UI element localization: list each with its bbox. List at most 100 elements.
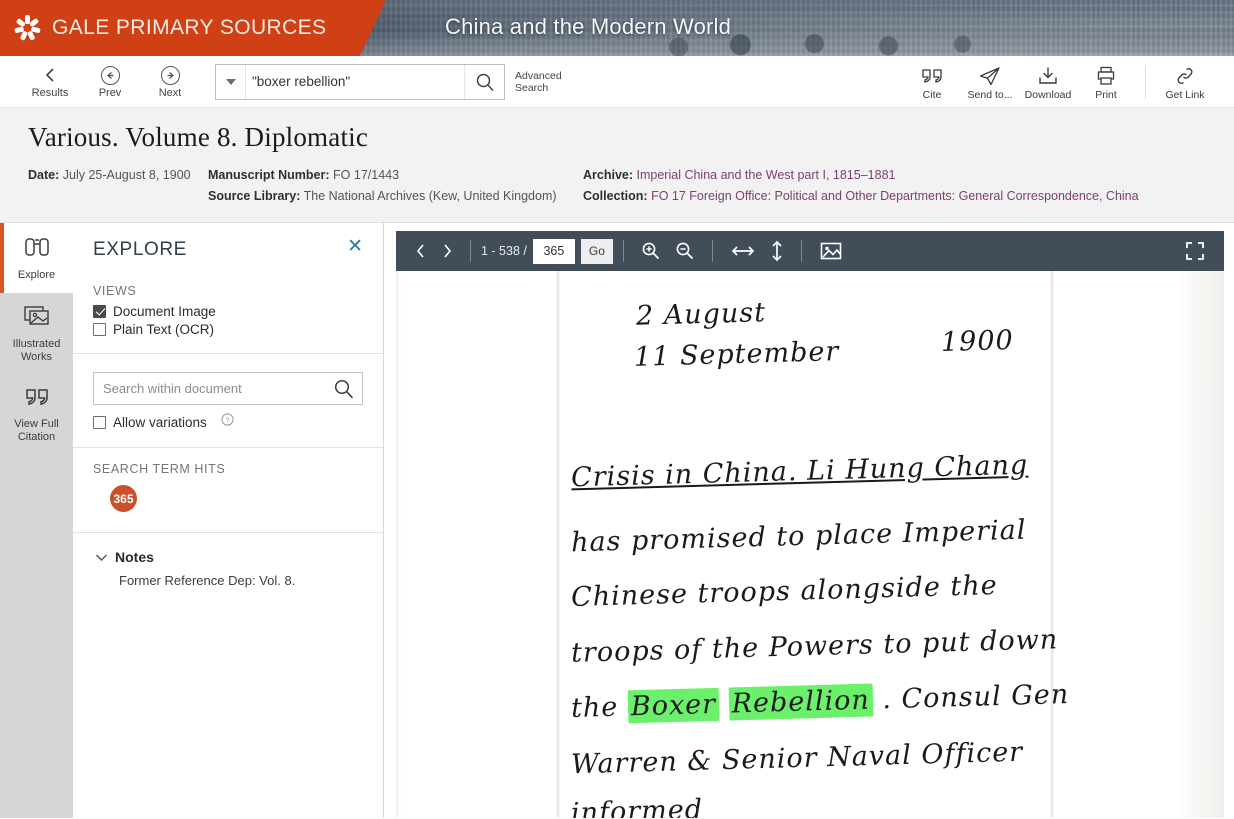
site-banner: GALE PRIMARY SOURCES China and the Moder… [0,0,1234,56]
manuscript-line-10: informed [570,794,704,818]
views-label: VIEWS [93,284,137,298]
page-number-input[interactable] [532,238,575,264]
archive-key: Archive: [583,168,634,182]
allow-variations-label: Allow variations [113,414,207,430]
metadata-row-1: Date: July 25-August 8, 1900 Manuscript … [28,165,1234,186]
checkbox-plain-text[interactable] [93,323,106,336]
navigation-group: Results Prev Next [0,64,190,99]
search-input[interactable] [246,74,464,89]
document-page-image[interactable]: 2 August 11 September 1900 Crisis in Chi… [396,271,1224,818]
next-button[interactable]: Next [150,64,190,99]
get-link-button[interactable]: Get Link [1156,62,1214,101]
gale-primary-sources-app: GALE PRIMARY SOURCES China and the Moder… [0,0,1234,819]
view-option-plain-text-label: Plain Text (OCR) [113,322,215,337]
sidebar-item-illustrated-works-label: Illustrated Works [12,338,61,363]
sidebar-item-explore-label: Explore [17,268,56,281]
results-button[interactable]: Results [30,64,70,99]
viewer-divider-2 [622,240,624,262]
search-term-hits-label: SEARCH TERM HITS [93,462,226,476]
advanced-search-link[interactable]: Advanced Search [515,70,575,94]
thumbnail-view-icon[interactable] [812,237,850,265]
viewer-divider-3 [711,240,713,262]
fit-height-icon[interactable] [763,237,791,265]
allow-variations-row[interactable]: Allow variations ? [93,413,363,431]
search-highlight-rebellion: Rebellion [728,683,874,721]
chevron-down-icon [93,553,109,562]
view-option-document-image-label: Document Image [113,304,216,319]
brand-name: GALE PRIMARY SOURCES [52,16,327,39]
view-option-document-image[interactable]: Document Image [93,304,363,319]
quote-icon [22,386,52,413]
download-button[interactable]: Download [1019,62,1077,101]
panel-divider-3 [73,532,383,533]
sidebar-item-illustrated-works[interactable]: Illustrated Works [0,293,73,375]
manuscript-line-1: 2 August [635,297,767,332]
archive-value-link[interactable]: Imperial China and the West part I, 1815… [637,168,896,182]
source-library-key: Source Library: [208,189,301,203]
question-circle-icon[interactable]: ? [221,413,234,431]
collection-value-link[interactable]: FO 17 Foreign Office: Political and Othe… [651,189,1139,203]
circle-arrow-right-icon [160,64,180,86]
search-term-hits-badge[interactable]: 365 [110,485,137,512]
svg-text:?: ? [225,415,229,424]
document-viewer: 1 - 538 / Go [384,223,1234,818]
toolbar-divider [1145,64,1146,99]
manuscript-line-2: 11 September [633,336,840,373]
search-scope-dropdown[interactable] [216,64,246,99]
next-label: Next [158,87,182,99]
document-metadata: Various. Volume 8. Diplomatic Date: July… [0,108,1234,223]
fit-width-icon[interactable] [723,237,763,265]
document-actions: Cite Send to... Download Print Get Link [903,62,1234,101]
panel-divider-1 [73,353,383,354]
viewer-toolbar: 1 - 538 / Go [396,231,1224,271]
notes-section-header[interactable]: Notes [93,549,363,565]
search-within-document-box[interactable] [93,372,363,405]
checkbox-document-image[interactable] [93,305,106,318]
date-value: July 25-August 8, 1900 [62,168,191,182]
viewer-next-page-button[interactable] [434,237,460,265]
search-box[interactable] [215,63,505,100]
manuscript-line-3: 1900 [940,324,1015,359]
fullscreen-icon[interactable] [1178,237,1212,265]
chevron-left-icon [43,64,57,86]
close-icon[interactable]: ✕ [347,237,363,256]
cite-button[interactable]: Cite [903,62,961,101]
viewer-prev-page-button[interactable] [408,237,434,265]
zoom-out-icon[interactable] [668,237,702,265]
chevron-down-icon [225,78,236,85]
send-to-button[interactable]: Send to... [961,62,1019,101]
prev-label: Prev [98,87,122,99]
panel-divider-2 [73,447,383,448]
manuscript-key: Manuscript Number: [208,168,330,182]
print-button[interactable]: Print [1077,62,1135,101]
date-key: Date: [28,168,60,182]
page-range-label: 1 - 538 / [481,244,527,258]
collection-key: Collection: [583,189,648,203]
prev-button[interactable]: Prev [90,64,130,99]
brand-logo-block[interactable]: GALE PRIMARY SOURCES [0,0,386,56]
link-icon [1173,62,1197,86]
source-library-value: The National Archives (Kew, United Kingd… [303,189,557,203]
gale-pinwheel-icon [12,13,42,43]
sidebar-item-explore[interactable]: Explore [0,223,73,293]
go-button[interactable]: Go [580,238,613,264]
zoom-in-icon[interactable] [634,237,668,265]
view-option-plain-text[interactable]: Plain Text (OCR) [93,322,363,337]
date-field: Date: July 25-August 8, 1900 [28,165,208,186]
quote-icon [920,62,944,86]
sidebar-item-view-full-citation[interactable]: View Full Citation [0,375,73,455]
collection-field: Collection: FO 17 Foreign Office: Politi… [583,186,1234,207]
search-within-document-input[interactable] [94,381,326,396]
search-highlight-boxer: Boxer [627,687,720,724]
cite-label: Cite [922,89,942,101]
search-submit-button[interactable] [464,64,504,99]
print-label: Print [1095,89,1117,101]
checkbox-allow-variations[interactable] [93,415,106,429]
page-fold-right [1050,271,1054,818]
advanced-search-line2: Search [515,81,549,94]
download-label: Download [1024,89,1072,101]
search-within-document-submit[interactable] [326,378,362,400]
results-label: Results [31,87,69,99]
binoculars-icon [22,235,52,264]
get-link-label: Get Link [1165,89,1205,101]
